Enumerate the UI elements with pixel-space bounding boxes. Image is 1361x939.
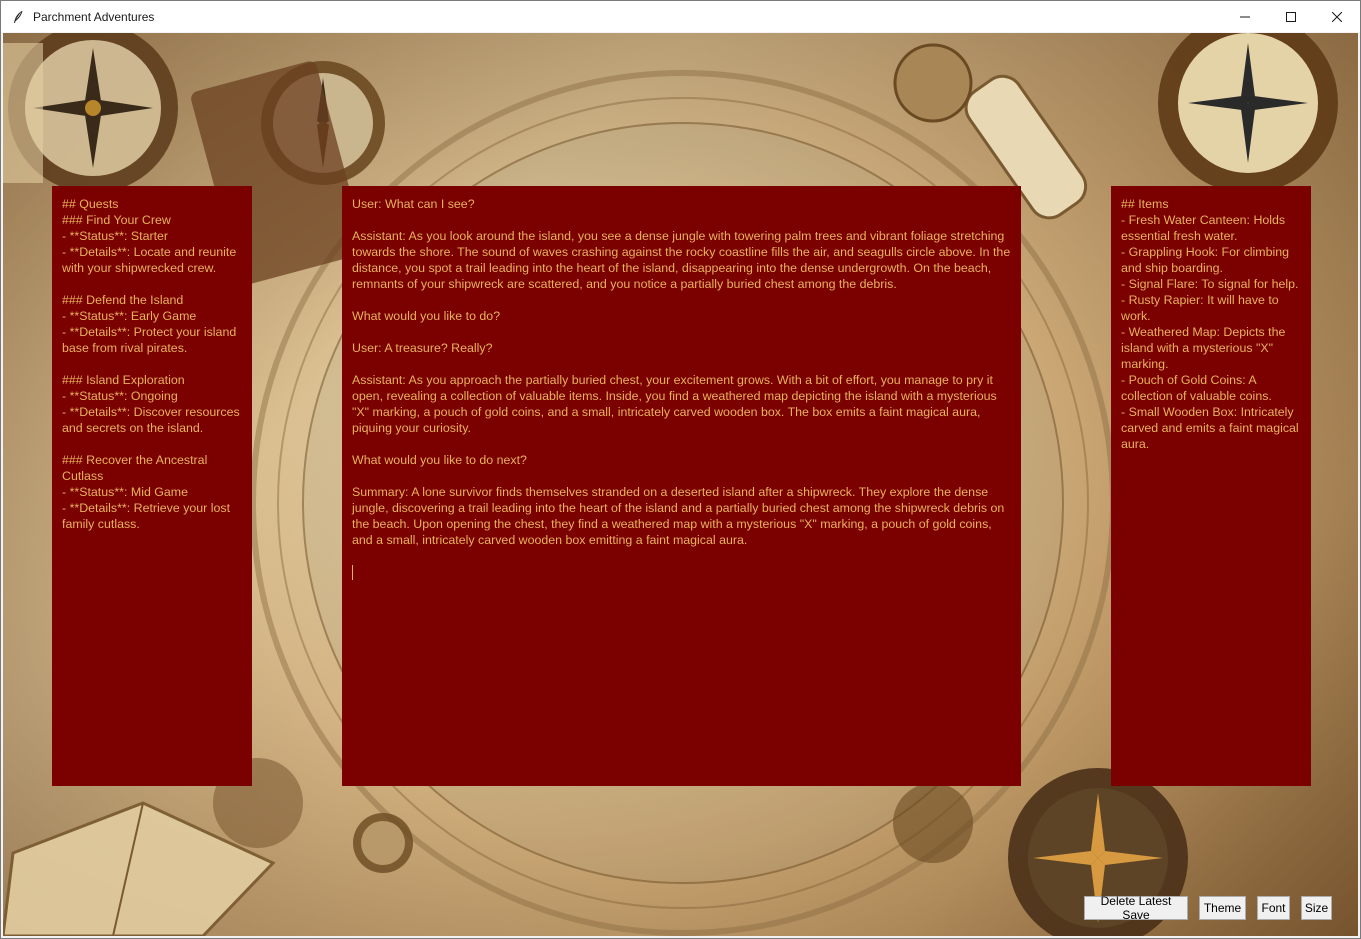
minimize-icon <box>1240 16 1250 17</box>
window-controls <box>1222 1 1360 32</box>
feather-icon <box>11 10 25 24</box>
theme-button[interactable]: Theme <box>1199 896 1246 920</box>
maximize-button[interactable] <box>1268 1 1314 32</box>
game-canvas: ## Quests ### Find Your Crew - **Status*… <box>3 33 1358 936</box>
story-log-panel[interactable]: User: What can I see? Assistant: As you … <box>342 186 1021 786</box>
window-title: Parchment Adventures <box>33 9 155 24</box>
title-bar[interactable]: Parchment Adventures <box>1 1 1360 32</box>
font-button[interactable]: Font <box>1257 896 1290 920</box>
toolbar: Delete Latest Save Theme Font Size <box>3 894 1358 922</box>
text-cursor <box>352 565 353 580</box>
size-button[interactable]: Size <box>1301 896 1332 920</box>
app-window: Parchment Adventures ## Quests ### Find … <box>0 0 1361 939</box>
close-icon <box>1332 11 1342 22</box>
maximize-icon <box>1286 11 1296 22</box>
story-text: User: What can I see? Assistant: As you … <box>352 197 1011 547</box>
delete-latest-save-button[interactable]: Delete Latest Save <box>1084 894 1188 922</box>
quests-panel[interactable]: ## Quests ### Find Your Crew - **Status*… <box>52 186 252 786</box>
quests-text: ## Quests ### Find Your Crew - **Status*… <box>62 197 240 531</box>
items-panel[interactable]: ## Items - Fresh Water Canteen: Holds es… <box>1111 186 1311 786</box>
minimize-button[interactable] <box>1222 1 1268 32</box>
close-button[interactable] <box>1314 1 1360 32</box>
items-text: ## Items - Fresh Water Canteen: Holds es… <box>1121 197 1299 451</box>
